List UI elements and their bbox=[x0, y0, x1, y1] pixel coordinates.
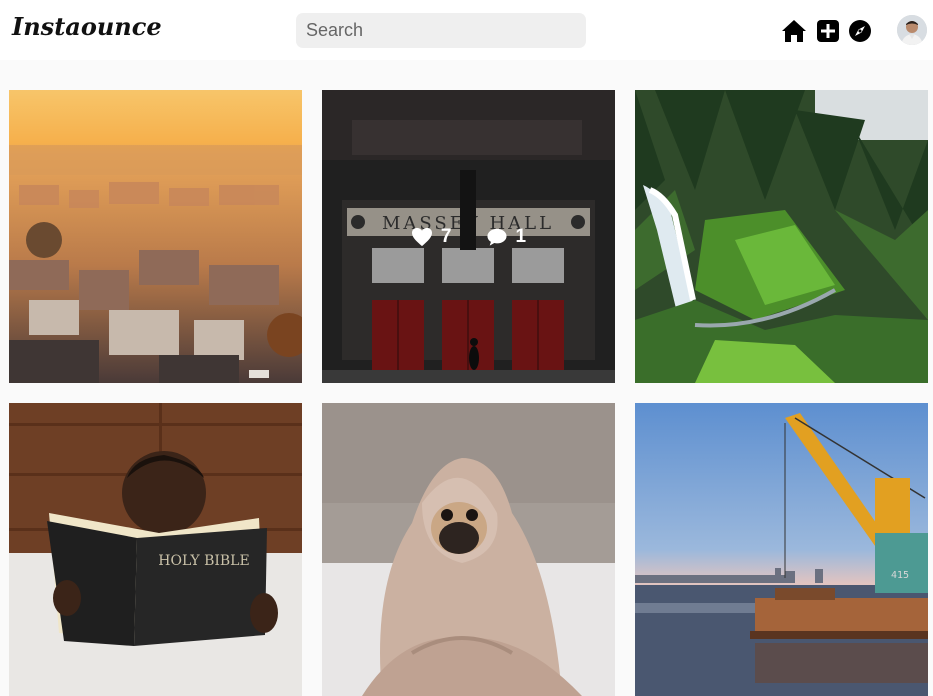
explore-icon[interactable] bbox=[847, 18, 873, 44]
post-waterfall[interactable] bbox=[635, 90, 928, 383]
comment-icon bbox=[486, 228, 507, 246]
post-boy-reading-bible[interactable]: HOLY BIBLE bbox=[9, 403, 302, 696]
likes-count: 7 bbox=[440, 225, 452, 247]
post-city-sunset[interactable] bbox=[9, 90, 302, 383]
boy-reading-bible-image: HOLY BIBLE bbox=[9, 403, 302, 696]
add-post-icon[interactable] bbox=[815, 18, 841, 44]
crane-barge-image: 415 bbox=[635, 403, 928, 696]
likes-stat: 7 bbox=[411, 226, 452, 248]
heart-icon bbox=[411, 227, 432, 246]
user-avatar[interactable] bbox=[897, 15, 927, 45]
comments-stat: 1 bbox=[486, 225, 527, 248]
search-input[interactable] bbox=[296, 13, 586, 48]
city-sunset-image bbox=[9, 90, 302, 383]
app-logo[interactable]: Instaounce bbox=[12, 12, 162, 41]
post-massey-hall[interactable]: MASSEY HALL 7 1 bbox=[322, 90, 615, 383]
waterfall-image bbox=[635, 90, 928, 383]
pug-blanket-image bbox=[322, 403, 615, 696]
comments-count: 1 bbox=[515, 225, 527, 247]
post-crane-barge[interactable]: 415 bbox=[635, 403, 928, 696]
post-pug-blanket[interactable] bbox=[322, 403, 615, 696]
home-icon[interactable] bbox=[781, 18, 807, 44]
top-navigation-bar: Instaounce bbox=[0, 0, 933, 60]
post-hover-overlay: 7 1 bbox=[322, 90, 615, 383]
bible-cover-text: HOLY BIBLE bbox=[158, 553, 249, 569]
container-number: 415 bbox=[891, 570, 909, 581]
